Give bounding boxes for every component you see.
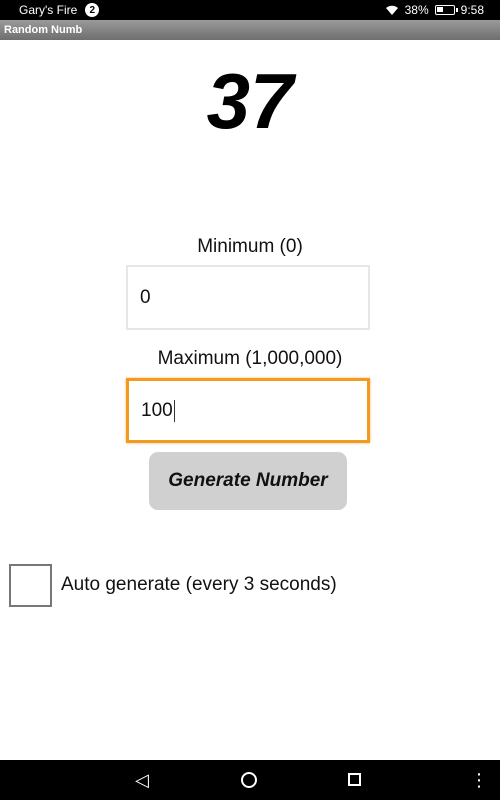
notification-badge: 2: [85, 3, 100, 17]
maximum-value: 100: [141, 399, 173, 421]
auto-generate-label[interactable]: Auto generate (every 3 seconds): [61, 574, 337, 596]
generate-number-button[interactable]: Generate Number: [149, 452, 347, 510]
battery-percent: 38%: [404, 3, 429, 17]
battery-icon: [434, 5, 458, 15]
minimum-input[interactable]: 0: [126, 265, 370, 330]
back-icon[interactable]: ◁: [135, 770, 149, 791]
minimum-label: Minimum (0): [197, 236, 303, 257]
navigation-bar: ◁ ⋮: [0, 760, 500, 800]
clock: 9:58: [460, 3, 484, 17]
home-icon[interactable]: [241, 772, 257, 788]
app-title: Random Numb: [4, 24, 83, 36]
maximum-input[interactable]: 100: [126, 378, 370, 443]
app-title-bar: Random Numb: [0, 20, 500, 40]
status-bar: Gary's Fire 2 38% 9:58: [0, 0, 500, 20]
random-number-display: 37: [206, 57, 294, 145]
recent-apps-icon[interactable]: [348, 773, 361, 786]
text-caret: [173, 399, 175, 422]
menu-icon[interactable]: ⋮: [470, 770, 488, 791]
maximum-label: Maximum (1,000,000): [157, 348, 343, 369]
wifi-icon: [385, 5, 398, 15]
auto-generate-checkbox[interactable]: [9, 564, 52, 607]
device-owner: Gary's Fire: [19, 3, 78, 17]
minimum-value: 0: [140, 286, 151, 308]
status-right: 38% 9:58: [385, 3, 484, 17]
